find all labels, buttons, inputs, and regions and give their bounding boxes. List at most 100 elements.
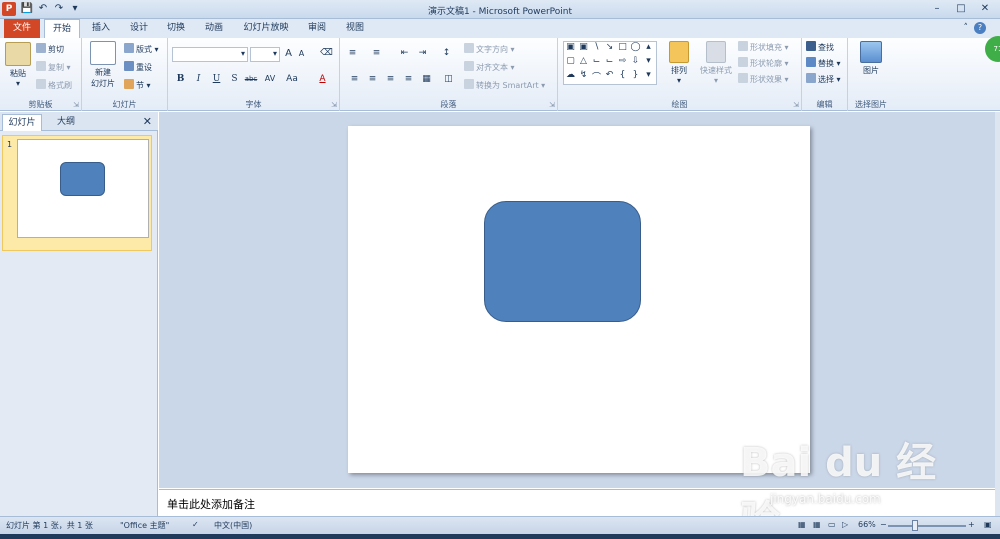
tab-home[interactable]: 开始 <box>44 19 80 38</box>
tab-slideshow[interactable]: 幻灯片放映 <box>238 19 294 38</box>
language-status[interactable]: 中文(中国) <box>214 520 252 531</box>
normal-view-icon[interactable]: ▦ <box>798 520 806 529</box>
cut-button[interactable]: 剪切 <box>36 43 64 56</box>
bold-button[interactable]: B <box>174 74 187 84</box>
tab-view[interactable]: 视图 <box>340 19 370 38</box>
justify-icon[interactable]: ≡ <box>402 74 415 84</box>
dialog-launcher-icon[interactable]: ⇲ <box>793 101 799 109</box>
tab-insert[interactable]: 插入 <box>86 19 116 38</box>
quick-styles-button[interactable]: 快速样式 ▾ <box>696 41 736 85</box>
zoom-in-icon[interactable]: + <box>968 520 975 529</box>
layout-button[interactable]: 版式 ▾ <box>124 43 159 56</box>
text-direction-button[interactable]: 文字方向 ▾ <box>464 43 515 56</box>
change-case-button[interactable]: Aa <box>285 74 299 84</box>
elbow-connector-shape-icon[interactable]: ⌙ <box>603 56 616 70</box>
theme-status[interactable]: "Office 主题" <box>120 520 169 531</box>
arrange-button[interactable]: 排列 ▾ <box>664 41 694 85</box>
help-icon[interactable]: ? <box>974 22 986 34</box>
ribbon-minimize-icon[interactable]: ˄ <box>964 23 969 33</box>
scroll-shapes-icon[interactable]: ▾ <box>642 56 655 70</box>
decrease-indent-icon[interactable]: ⇤ <box>398 48 411 58</box>
dialog-launcher-icon[interactable]: ⇲ <box>331 101 337 109</box>
line-spacing-icon[interactable]: ↕ <box>440 48 453 58</box>
strikethrough-button[interactable]: abc <box>243 75 259 83</box>
align-right-icon[interactable]: ≡ <box>384 74 397 84</box>
align-center-icon[interactable]: ≡ <box>366 74 379 84</box>
bullets-icon[interactable]: ≡ <box>346 48 359 58</box>
tab-file[interactable]: 文件 <box>4 19 40 38</box>
right-arrow-shape-icon[interactable]: ⇨ <box>616 56 629 70</box>
picture-button[interactable]: 图片 <box>856 41 886 76</box>
arc-shape-icon[interactable]: ⌒ <box>590 70 603 84</box>
italic-button[interactable]: I <box>192 74 205 84</box>
cloud-shape-icon[interactable]: ☁ <box>564 70 577 84</box>
shape-fill-button[interactable]: 形状填充 ▾ <box>738 41 789 54</box>
font-family-combo[interactable]: ▾ <box>172 47 248 62</box>
convert-smartart-button[interactable]: 转换为 SmartArt ▾ <box>464 79 545 92</box>
oval-shape-icon[interactable]: ◯ <box>629 42 642 56</box>
curve-shape-icon[interactable]: ↶ <box>603 70 616 84</box>
copy-button[interactable]: 复制 ▾ <box>36 61 71 74</box>
grow-font-icon[interactable]: A <box>282 48 295 59</box>
tab-review[interactable]: 审阅 <box>302 19 332 38</box>
rectangle-shape-icon[interactable]: □ <box>616 42 629 56</box>
paste-button[interactable]: 粘贴 ▾ <box>4 42 32 88</box>
slide-sorter-icon[interactable]: ▦ <box>813 520 821 529</box>
shape-outline-button[interactable]: 形状轮廓 ▾ <box>738 57 789 70</box>
fit-window-icon[interactable]: ▣ <box>984 520 992 529</box>
zoom-out-icon[interactable]: − <box>880 520 887 529</box>
find-button[interactable]: 查找 <box>806 41 834 54</box>
close-icon[interactable]: ✕ <box>143 115 152 128</box>
font-color-button[interactable]: A <box>316 74 329 84</box>
tab-transitions[interactable]: 切换 <box>161 19 191 38</box>
more-shapes-icon[interactable]: ▴ <box>642 42 655 56</box>
distribute-icon[interactable]: ▦ <box>420 74 433 84</box>
increase-indent-icon[interactable]: ⇥ <box>416 48 429 58</box>
slide-canvas[interactable] <box>348 126 810 473</box>
zoom-slider-track[interactable] <box>888 525 966 527</box>
close-icon[interactable]: ✕ <box>974 1 996 16</box>
char-spacing-button[interactable]: AV <box>262 74 278 83</box>
reading-view-icon[interactable]: ▭ <box>828 520 836 529</box>
align-text-button[interactable]: 对齐文本 ▾ <box>464 61 515 74</box>
text-shadow-button[interactable]: S <box>228 74 241 84</box>
zoom-level[interactable]: 66% <box>858 520 876 529</box>
shrink-font-icon[interactable]: A <box>295 49 308 58</box>
tab-slides[interactable]: 幻灯片 <box>2 114 42 131</box>
columns-icon[interactable]: ◫ <box>442 74 455 84</box>
tab-outline[interactable]: 大纲 <box>46 114 86 131</box>
lightning-shape-icon[interactable]: ↯ <box>577 70 590 84</box>
line-shape-icon[interactable]: ∖ <box>590 42 603 56</box>
arrow-line-shape-icon[interactable]: ↘ <box>603 42 616 56</box>
format-painter-button[interactable]: 格式刷 <box>36 79 72 92</box>
down-arrow-shape-icon[interactable]: ⇩ <box>629 56 642 70</box>
tab-design[interactable]: 设计 <box>124 19 154 38</box>
left-brace-shape-icon[interactable]: { <box>616 70 629 84</box>
triangle-shape-icon[interactable]: △ <box>577 56 590 70</box>
shapes-gallery[interactable]: ▣ ▣ ∖ ↘ □ ◯ ▴ ▢ △ ⌙ ⌙ ⇨ ⇩ ▾ ☁ ↯ ⌒ ↶ { } … <box>563 41 657 85</box>
expand-shapes-icon[interactable]: ▾ <box>642 70 655 84</box>
connector-shape-icon[interactable]: ⌙ <box>590 56 603 70</box>
replace-button[interactable]: 替换 ▾ <box>806 57 841 70</box>
align-left-icon[interactable]: ≡ <box>348 74 361 84</box>
textbox-shape-icon[interactable]: ▣ <box>564 42 577 56</box>
clear-format-icon[interactable]: ⌫ <box>320 48 333 58</box>
numbering-icon[interactable]: ≡ <box>370 48 383 58</box>
reset-button[interactable]: 重设 <box>124 61 152 74</box>
shape-effects-button[interactable]: 形状效果 ▾ <box>738 73 789 86</box>
dialog-launcher-icon[interactable]: ⇲ <box>549 101 555 109</box>
slideshow-view-icon[interactable]: ▷ <box>842 520 848 529</box>
spellcheck-icon[interactable]: ✓ <box>192 520 199 529</box>
slide-thumbnail[interactable] <box>17 139 149 238</box>
zoom-slider-thumb[interactable] <box>912 520 918 531</box>
minimize-icon[interactable]: – <box>926 1 948 16</box>
section-button[interactable]: 节 ▾ <box>124 79 151 92</box>
rounded-rect-shape-icon[interactable]: ▢ <box>564 56 577 70</box>
font-size-combo[interactable]: ▾ <box>250 47 280 62</box>
new-slide-button[interactable]: 新建 幻灯片 <box>86 41 120 89</box>
rounded-rectangle-shape[interactable] <box>484 201 641 322</box>
select-button[interactable]: 选择 ▾ <box>806 73 841 86</box>
tab-animations[interactable]: 动画 <box>199 19 229 38</box>
vertical-scrollbar[interactable] <box>995 112 1000 516</box>
vertical-textbox-shape-icon[interactable]: ▣ <box>577 42 590 56</box>
